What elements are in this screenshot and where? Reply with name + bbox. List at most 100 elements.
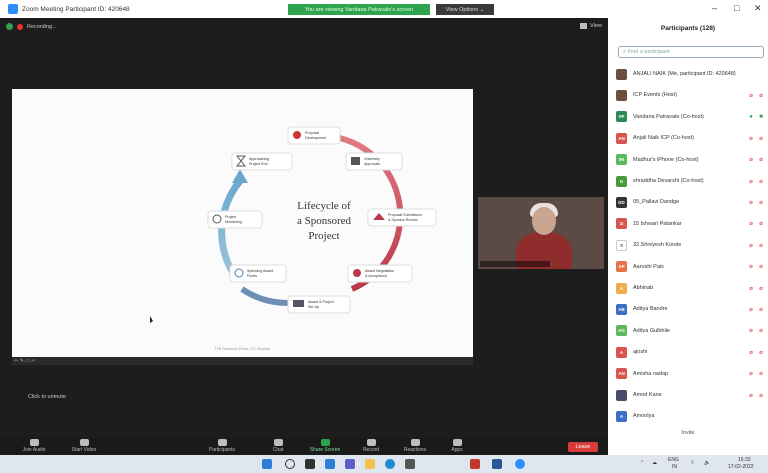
close-button[interactable]: ✕	[754, 3, 762, 14]
participant-row[interactable]: A Amoolya	[616, 408, 766, 424]
participant-row[interactable]: ANJALI NAIK (Me, participant ID: 420648)	[616, 66, 766, 82]
participant-row[interactable]: ICP Events (Host) ⌀ ⌀	[616, 87, 766, 103]
recording-label: Recording...	[27, 23, 57, 30]
view-options-button[interactable]: View Options ⌄	[436, 4, 494, 15]
participant-row[interactable]: Dshraddha Devarshi (Co-host) ⌀ ⌀	[616, 173, 766, 189]
participant-name: 05_Pallavi Dandge	[633, 199, 680, 206]
maximize-button[interactable]: □	[734, 3, 739, 13]
minimize-button[interactable]: –	[712, 3, 717, 13]
chat-button[interactable]: Chat	[258, 438, 298, 455]
svg-text:Development: Development	[305, 136, 326, 140]
participant-avatar: AN	[616, 132, 627, 144]
participant-name: Amod Kane	[633, 392, 662, 398]
participant-row[interactable]: VP Vandana Patravale (Co-host) ● ■	[616, 109, 766, 125]
step-approaching-project-end: Approaching Project End	[231, 152, 293, 171]
language-code[interactable]: ENG	[668, 457, 679, 463]
participant-avatar: AN	[616, 368, 627, 380]
step-university-approvals: University Approvals	[345, 152, 403, 171]
participant-row[interactable]: DD 05_Pallavi Dandge ⌀ ⌀	[616, 194, 766, 210]
start-video-button[interactable]: Start Video	[64, 438, 104, 455]
recording-dot-icon	[17, 23, 23, 30]
speaker-name-plate	[480, 261, 550, 267]
app-icon[interactable]	[470, 459, 480, 469]
participants-button[interactable]: Participants	[202, 438, 242, 455]
slide-title-line2: a Sponsored	[297, 215, 352, 227]
join-audio-button[interactable]: Join Audio	[14, 438, 54, 455]
university-building-icon	[351, 157, 360, 165]
file-explorer-icon[interactable]	[365, 459, 375, 469]
participant-name: Amoolya	[633, 413, 655, 420]
meeting-toolbar: Join Audio Start Video Participants Chat…	[0, 438, 608, 455]
mic-muted-icon: ⌀	[749, 264, 753, 271]
security-shield-icon[interactable]	[6, 23, 13, 30]
apps-icon	[452, 439, 462, 446]
mic-muted-icon: ⌀	[749, 221, 753, 228]
participant-row[interactable]: MI Madhur's iPhone (Co-host) ⌀ ⌀	[616, 152, 766, 168]
participant-avatar: AP	[616, 261, 627, 273]
participant-row[interactable]: AN Amisha nadap ⌀ ⌀	[616, 366, 766, 382]
edge-browser-icon[interactable]	[385, 459, 395, 469]
participant-search-input[interactable]: ⌕ Find a participant	[618, 46, 764, 58]
invite-button[interactable]: Invite	[608, 430, 768, 436]
participant-row[interactable]: AN Anjali Naik ICP (Co-host) ⌀ ⌀	[616, 130, 766, 146]
search-taskbar-icon[interactable]	[285, 459, 295, 469]
svg-text:Funds: Funds	[247, 274, 257, 278]
participant-row[interactable]: AB Aditya Bandre ⌀ ⌀	[616, 301, 766, 317]
participant-row[interactable]: AG Aditya Gulbhile ⌀ ⌀	[616, 323, 766, 339]
onedrive-icon[interactable]: ☁	[652, 460, 657, 466]
participant-row[interactable]: Aajoshi ⌀ ⌀	[616, 344, 766, 360]
participant-name: ANJALI NAIK (Me, participant ID: 420648)	[633, 71, 736, 77]
mic-muted-icon: ⌀	[749, 328, 753, 335]
svg-text:Proposal Submission: Proposal Submission	[388, 213, 422, 217]
clock-time[interactable]: 16:33	[738, 457, 751, 463]
participant-name: 32.Shreyesh Konde	[633, 242, 682, 249]
headphones-icon	[29, 439, 39, 446]
volume-icon[interactable]: 🔈	[704, 460, 710, 466]
share-screen-button[interactable]: Share Screen	[305, 438, 345, 455]
mouse-cursor-icon	[150, 316, 153, 323]
mic-muted-icon: ●	[749, 113, 753, 120]
view-button[interactable]: View	[580, 23, 602, 29]
reactions-button[interactable]: Reactions	[395, 438, 435, 455]
participant-row[interactable]: S 32.Shreyesh Konde ⌀ ⌀	[616, 237, 766, 253]
camera-off-icon: ⌀	[759, 371, 763, 378]
annotation-tools-icon[interactable]: ⇦ ✎ ▭ ⇨	[14, 358, 35, 364]
mic-muted-icon: ⌀	[749, 371, 753, 378]
participant-avatar: S	[616, 239, 627, 251]
svg-text:Approaching: Approaching	[249, 157, 269, 161]
record-button[interactable]: Record	[351, 438, 391, 455]
chat-taskbar-icon[interactable]	[345, 459, 355, 469]
step-proposal-submission: Proposal Submission & Sponsor Review	[367, 208, 437, 227]
word-icon[interactable]	[492, 459, 502, 469]
leave-button[interactable]: Leave	[568, 442, 598, 452]
svg-text:Award & Project: Award & Project	[308, 300, 334, 304]
lifecycle-diagram: Lifecycle of a Sponsored Project Proposa…	[150, 126, 437, 351]
search-placeholder: Find a participant	[627, 49, 670, 55]
participant-row[interactable]: 1I 15 Ishwari Patankar ⌀ ⌀	[616, 216, 766, 232]
camera-off-icon: ⌀	[759, 157, 763, 164]
tray-up-arrow-icon[interactable]: ⌃	[640, 460, 644, 466]
task-view-icon[interactable]	[305, 459, 315, 469]
slide-title-line3: Project	[308, 230, 339, 242]
zoom-taskbar-icon[interactable]	[515, 459, 525, 469]
mic-muted-icon: ⌀	[749, 392, 753, 399]
widgets-icon[interactable]	[325, 459, 335, 469]
chat-icon	[273, 439, 283, 446]
speaker-video-tile[interactable]	[478, 197, 604, 269]
apps-button[interactable]: Apps	[437, 438, 477, 455]
store-icon[interactable]	[405, 459, 415, 469]
click-to-unmute-hint[interactable]: Click to unmute	[28, 394, 66, 400]
svg-text:& Acceptance: & Acceptance	[365, 274, 387, 278]
step-award-negotiation: Award Negotiation & Acceptance	[347, 264, 413, 283]
participant-row[interactable]: A Abhinab ⌀ ⌀	[616, 280, 766, 296]
coin-icon	[234, 268, 244, 278]
svg-text:Monitoring: Monitoring	[225, 220, 242, 224]
participant-row[interactable]: Amod Kane ⌀ ⌀	[616, 387, 766, 403]
start-menu-icon[interactable]	[262, 459, 272, 469]
wifi-icon[interactable]: ⌔	[690, 460, 695, 466]
slide-footer: TYB Research Ethics, ICT Mumbai	[214, 347, 270, 351]
participant-name: Aditya Bandre	[633, 306, 668, 313]
participant-avatar: A	[616, 282, 627, 294]
grid-view-icon	[580, 23, 588, 29]
participant-row[interactable]: AP Aarushi Pais ⌀ ⌀	[616, 259, 766, 275]
